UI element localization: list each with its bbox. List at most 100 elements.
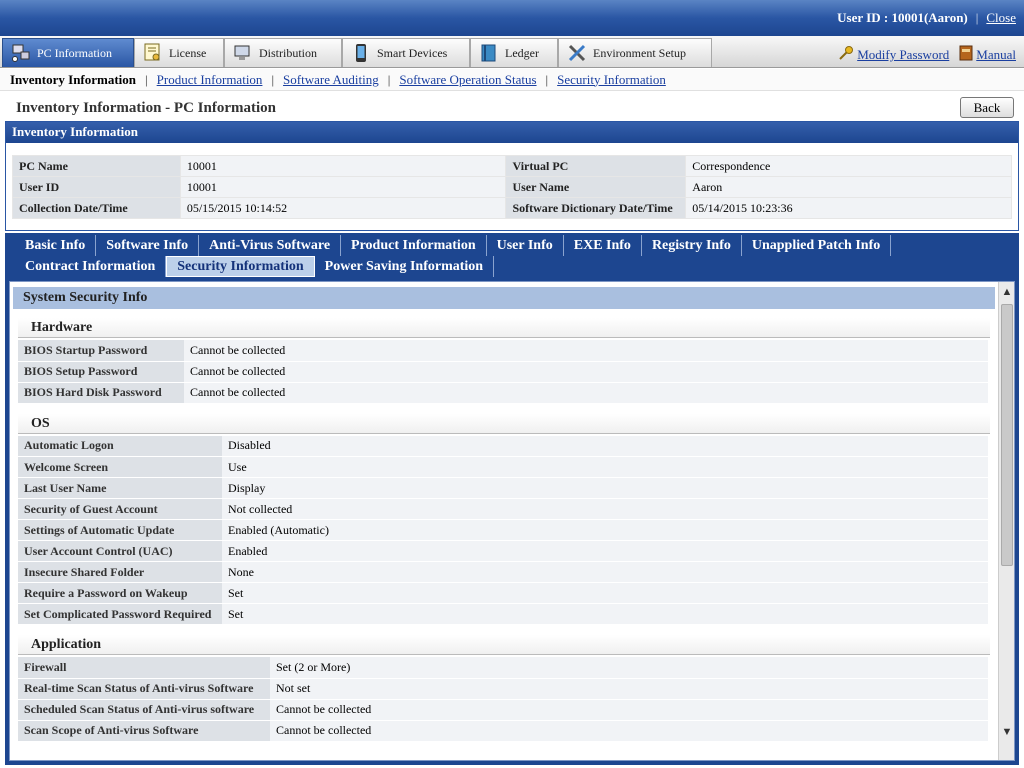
table-row: Set Complicated Password Required Set	[18, 603, 988, 625]
manual-label: Manual	[976, 47, 1016, 62]
security-value: Cannot be collected	[270, 699, 988, 721]
inventory-value: 05/15/2015 10:14:52	[179, 197, 507, 219]
inventory-panel-header: Inventory Information	[6, 122, 1018, 143]
user-id-label: User ID : 10001(Aaron)	[837, 10, 968, 25]
security-value: Not set	[270, 678, 988, 700]
separator: |	[545, 71, 549, 87]
menu-tab-label: Environment Setup	[593, 45, 686, 60]
table-row: Scheduled Scan Status of Anti-virus soft…	[18, 699, 988, 721]
tab-basic-info[interactable]: Basic Info	[15, 235, 97, 256]
table-row: BIOS Startup Password Cannot be collected	[18, 340, 988, 362]
security-value: Not collected	[222, 498, 988, 520]
manual-link[interactable]: Manual	[959, 45, 1016, 65]
inventory-label: PC Name	[12, 155, 181, 177]
subnav-current: Inventory Information	[10, 71, 137, 87]
close-link[interactable]: Close	[986, 10, 1016, 26]
security-table-application: Firewall Set (2 or More) Real-time Scan St…	[18, 657, 988, 742]
smartphone-icon	[351, 43, 371, 63]
inventory-value: 05/14/2015 10:23:36	[685, 197, 1012, 219]
security-label: Settings of Automatic Update	[18, 519, 222, 541]
security-label: Welcome Screen	[18, 456, 222, 478]
system-security-info-header: System Security Info	[13, 287, 995, 309]
manual-book-icon	[959, 45, 973, 65]
security-label: Automatic Logon	[18, 435, 222, 457]
tab-unapplied-patch-info[interactable]: Unapplied Patch Info	[742, 235, 892, 256]
inventory-label: Software Dictionary Date/Time	[505, 197, 687, 219]
security-table-hardware: BIOS Startup Password Cannot be collected…	[18, 340, 988, 404]
security-label: Last User Name	[18, 477, 222, 499]
scroll-up-arrow-icon[interactable]: ▲	[999, 284, 1014, 300]
security-label: Scheduled Scan Status of Anti-virus soft…	[18, 699, 270, 721]
menu-tab-license[interactable]: License	[134, 38, 224, 67]
tab-contract-information[interactable]: Contract Information	[15, 256, 167, 277]
table-row: BIOS Hard Disk Password Cannot be collect…	[18, 382, 988, 404]
inventory-value: Aaron	[685, 176, 1012, 198]
security-value: Set	[222, 582, 988, 604]
security-value: Cannot be collected	[184, 382, 988, 404]
menu-tab-environment-setup[interactable]: Environment Setup	[558, 38, 712, 67]
security-value: Display	[222, 477, 988, 499]
table-row: Automatic Logon Disabled	[18, 435, 988, 457]
menu-tab-distribution[interactable]: Distribution	[224, 38, 342, 67]
security-label: Require a Password on Wakeup	[18, 582, 222, 604]
separator: |	[387, 71, 391, 87]
inventory-value: 10001	[179, 155, 507, 177]
user-area: User ID : 10001(Aaron) | Close	[837, 10, 1016, 26]
tab-power-saving-information[interactable]: Power Saving Information	[315, 256, 495, 277]
inventory-label: User ID	[12, 176, 181, 198]
security-label: BIOS Startup Password	[18, 340, 184, 362]
back-button[interactable]: Back	[960, 97, 1014, 118]
menu-tab-ledger[interactable]: Ledger	[470, 38, 558, 67]
subnav-link-product-information[interactable]: Product Information	[157, 72, 263, 88]
tab-exe-info[interactable]: EXE Info	[564, 235, 642, 256]
group-title-application: Application	[18, 635, 990, 655]
tools-icon	[567, 43, 587, 63]
inventory-row: PC Name 10001 Virtual PC Correspondence	[12, 155, 1012, 177]
security-value: Cannot be collected	[184, 340, 988, 362]
detail-tabs-row-1: Basic Info Software Info Anti-Virus Softwa…	[15, 235, 892, 256]
security-value: Enabled (Automatic)	[222, 519, 988, 541]
inventory-label: User Name	[505, 176, 687, 198]
inventory-label: Collection Date/Time	[12, 197, 181, 219]
tab-anti-virus-software[interactable]: Anti-Virus Software	[199, 235, 342, 256]
scrollbar-thumb[interactable]	[1001, 304, 1013, 566]
detail-tabs-row-2: Contract Information Security Information…	[15, 256, 495, 277]
tab-product-information[interactable]: Product Information	[341, 235, 487, 256]
group-title-hardware: Hardware	[18, 318, 990, 338]
security-value: Cannot be collected	[184, 361, 988, 383]
page-title: Inventory Information - PC Information	[16, 100, 276, 116]
menu-tab-smart-devices[interactable]: Smart Devices	[342, 38, 470, 67]
scroll-down-arrow-icon[interactable]: ▼	[999, 724, 1014, 740]
subnav-link-software-operation-status[interactable]: Software Operation Status	[399, 72, 536, 88]
separator: |	[145, 71, 148, 87]
table-row: Require a Password on Wakeup Set	[18, 582, 988, 604]
security-label: Scan Scope of Anti-virus Software	[18, 720, 270, 742]
subnav-link-security-information[interactable]: Security Information	[557, 72, 666, 88]
tab-user-info[interactable]: User Info	[487, 235, 564, 256]
security-label: Insecure Shared Folder	[18, 561, 222, 583]
group-title-os: OS	[18, 413, 990, 434]
table-row: Scan Scope of Anti-virus Software Cannot …	[18, 720, 988, 742]
tab-registry-info[interactable]: Registry Info	[642, 235, 742, 256]
menu-tab-pc-information[interactable]: PC Information	[2, 38, 134, 67]
table-row: Security of Guest Account Not collected	[18, 498, 988, 520]
security-label: Security of Guest Account	[18, 498, 222, 520]
modify-password-link[interactable]: Modify Password	[838, 45, 949, 65]
security-value: Disabled	[222, 435, 988, 457]
security-label: Real-time Scan Status of Anti-virus Soft…	[18, 678, 270, 700]
sub-navigation: Inventory Information | Product Informat…	[0, 69, 1024, 91]
tab-security-information[interactable]: Security Information	[166, 256, 315, 277]
table-row: Welcome Screen Use	[18, 456, 988, 478]
table-row: BIOS Setup Password Cannot be collected	[18, 361, 988, 383]
license-certificate-icon	[143, 43, 163, 63]
security-value: None	[222, 561, 988, 583]
key-icon	[838, 45, 854, 65]
security-groups-container: Hardware BIOS Startup Password Cannot be c…	[18, 318, 990, 758]
subnav-link-software-auditing[interactable]: Software Auditing	[283, 72, 379, 88]
tab-software-info[interactable]: Software Info	[96, 235, 200, 256]
menu-tab-label: Ledger	[505, 45, 539, 60]
inventory-information-panel: Inventory Information PC Name 10001 Virtua…	[5, 121, 1019, 231]
table-row: Last User Name Display	[18, 477, 988, 499]
security-value: Set (2 or More)	[270, 657, 988, 679]
vertical-scrollbar[interactable]: ▲ ▼	[998, 282, 1014, 760]
